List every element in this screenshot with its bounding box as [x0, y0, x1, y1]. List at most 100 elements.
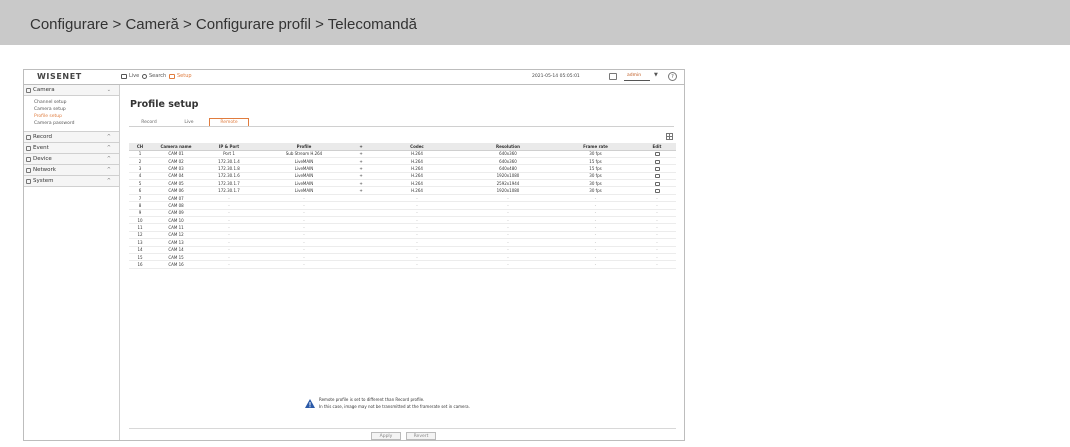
cell-ip-port: 172.30.1.7	[201, 179, 257, 188]
table-row: 7 CAM 07- - - - - -	[129, 194, 676, 203]
warning-line-2: In this case, image may not be transmitt…	[319, 404, 470, 409]
cell-profile[interactable]: LiveMAIN	[257, 186, 351, 195]
edit-icon[interactable]	[654, 166, 660, 171]
help-icon[interactable]: ?	[668, 72, 677, 81]
action-buttons: Apply Revert	[371, 432, 436, 440]
cell-profile[interactable]: -	[257, 194, 351, 203]
edit-icon[interactable]	[654, 159, 660, 164]
edit-icon[interactable]	[654, 189, 660, 194]
cell-add[interactable]	[351, 201, 371, 210]
nav-profile-setup[interactable]: Profile setup	[24, 113, 119, 120]
cell-camera-name: CAM 08	[151, 201, 201, 210]
cell-profile[interactable]: LiveMAIN	[257, 157, 351, 166]
cell-profile[interactable]: -	[257, 253, 351, 262]
cell-profile[interactable]: LiveMAIN	[257, 172, 351, 181]
cell-edit[interactable]	[638, 157, 676, 166]
cell-add[interactable]: +	[351, 157, 371, 166]
cell-edit[interactable]	[638, 186, 676, 195]
table-row: 1 CAM 01 Port 1 Sub Stream H.264 + H.264 640x3…	[129, 150, 676, 158]
cell-profile[interactable]: Sub Stream H.264	[257, 150, 351, 158]
cell-camera-name: CAM 10	[151, 216, 201, 225]
cell-profile[interactable]: -	[257, 201, 351, 210]
cell-add[interactable]	[351, 231, 371, 240]
cell-add[interactable]: +	[351, 179, 371, 188]
cell-add[interactable]	[351, 238, 371, 247]
cell-profile[interactable]: -	[257, 223, 351, 232]
device-icon	[26, 157, 31, 162]
revert-button[interactable]: Revert	[406, 432, 436, 440]
cell-profile[interactable]: -	[257, 231, 351, 240]
cell-resolution: -	[463, 223, 553, 232]
edit-icon[interactable]	[654, 174, 660, 179]
col-header-frame-rate: Frame rate	[553, 143, 638, 151]
cell-resolution: -	[463, 253, 553, 262]
cell-edit[interactable]	[638, 150, 676, 158]
cell-add[interactable]	[351, 253, 371, 262]
cell-frame-rate: -	[553, 231, 638, 240]
cell-edit[interactable]	[638, 179, 676, 188]
setup-button[interactable]: Setup	[169, 73, 192, 79]
cell-profile[interactable]: -	[257, 209, 351, 218]
nav-record[interactable]: Record ^	[24, 132, 119, 143]
nav-camera[interactable]: Camera ⌄	[24, 85, 119, 96]
monitor-icon	[121, 73, 127, 79]
cell-edit[interactable]	[638, 164, 676, 173]
nav-device[interactable]: Device ^	[24, 154, 119, 165]
main-content: Profile setup Record Live Remote CH Came…	[121, 85, 684, 440]
table-row: 12 CAM 12- - - - - -	[129, 231, 676, 240]
cell-add[interactable]: +	[351, 172, 371, 181]
cell-resolution: -	[463, 216, 553, 225]
cell-camera-name: CAM 09	[151, 209, 201, 218]
user-dropdown[interactable]: admin	[624, 73, 650, 81]
nav-system[interactable]: System ^	[24, 176, 119, 187]
nav-camera-password[interactable]: Camera password	[24, 120, 119, 127]
cell-add[interactable]: +	[351, 150, 371, 158]
cell-camera-name: CAM 13	[151, 238, 201, 247]
cell-resolution: 1920x1080	[463, 186, 553, 195]
cell-add[interactable]	[351, 216, 371, 225]
cell-profile[interactable]: LiveMAIN	[257, 179, 351, 188]
cell-resolution: 2592x1944	[463, 179, 553, 188]
cell-ch: 4	[129, 172, 151, 181]
edit-icon[interactable]	[654, 152, 660, 157]
cell-profile[interactable]: -	[257, 216, 351, 225]
cell-ch: 1	[129, 150, 151, 158]
cell-add[interactable]	[351, 223, 371, 232]
nav-camera-setup[interactable]: Camera setup	[24, 106, 119, 113]
nav-network[interactable]: Network ^	[24, 165, 119, 176]
nav-event[interactable]: Event ^	[24, 143, 119, 154]
cell-add[interactable]	[351, 260, 371, 269]
cell-profile[interactable]: -	[257, 246, 351, 254]
camera-submenu: Channel setup Camera setup Profile setup…	[24, 96, 119, 132]
search-button[interactable]: Search	[142, 73, 166, 79]
nav-record-label: Record	[33, 134, 53, 140]
cell-profile[interactable]: -	[257, 238, 351, 247]
cell-add[interactable]	[351, 194, 371, 203]
cell-add[interactable]	[351, 209, 371, 218]
col-header-resolution: Resolution	[463, 143, 553, 151]
edit-icon[interactable]	[654, 181, 660, 186]
apply-button[interactable]: Apply	[371, 432, 401, 440]
cell-ip-port: -	[201, 246, 257, 254]
warning-message: Remote profile is set to different than …	[319, 396, 470, 410]
cell-profile[interactable]: LiveMAIN	[257, 164, 351, 173]
cell-edit[interactable]	[638, 172, 676, 181]
cell-profile[interactable]: -	[257, 260, 351, 269]
grid-view-icon[interactable]	[666, 133, 673, 140]
table-row: 9 CAM 09- - - - - -	[129, 209, 676, 218]
cell-camera-name: CAM 16	[151, 260, 201, 269]
cell-add[interactable]	[351, 246, 371, 254]
setup-icon	[169, 73, 175, 79]
cell-edit: -	[638, 246, 676, 254]
cell-resolution: -	[463, 209, 553, 218]
nav-channel-setup[interactable]: Channel setup	[24, 99, 119, 106]
cell-add[interactable]: +	[351, 186, 371, 195]
cell-codec: -	[371, 231, 463, 240]
live-button[interactable]: Live	[121, 73, 139, 79]
left-nav: Camera ⌄ Channel setup Camera setup Prof…	[24, 85, 120, 440]
cell-camera-name: CAM 14	[151, 246, 201, 254]
user-icon[interactable]	[609, 73, 617, 80]
cell-add[interactable]: +	[351, 164, 371, 173]
user-caret-icon[interactable]: ▼	[654, 72, 658, 78]
table-row: 14 CAM 14- - - - - -	[129, 246, 676, 254]
